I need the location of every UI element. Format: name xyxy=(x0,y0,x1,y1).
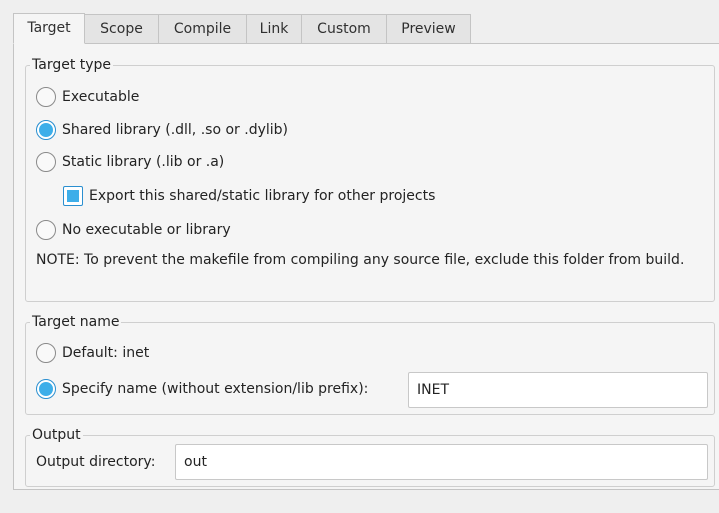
target-tab-panel: Target type Executable Shared library (.… xyxy=(13,43,719,490)
tab-target[interactable]: Target xyxy=(13,13,85,44)
checkbox-label: Export this shared/static library for ot… xyxy=(89,188,436,204)
radio-shared-library[interactable]: Shared library (.dll, .so or .dylib) xyxy=(36,118,288,142)
radio-button-checked-icon[interactable] xyxy=(36,120,56,140)
radio-label: Default: inet xyxy=(62,345,150,361)
radio-button-checked-icon[interactable] xyxy=(36,379,56,399)
makefile-note: NOTE: To prevent the makefile from compi… xyxy=(36,252,685,268)
radio-executable[interactable]: Executable xyxy=(36,85,139,109)
checkbox-checked-icon[interactable] xyxy=(63,186,83,206)
tab-compile[interactable]: Compile xyxy=(158,14,247,44)
tab-custom[interactable]: Custom xyxy=(301,14,387,44)
tab-link[interactable]: Link xyxy=(246,14,302,44)
radio-label: Specify name (without extension/lib pref… xyxy=(62,381,369,397)
radio-specify-name[interactable]: Specify name (without extension/lib pref… xyxy=(36,377,368,401)
radio-label: Static library (.lib or .a) xyxy=(62,154,225,170)
tab-preview[interactable]: Preview xyxy=(386,14,471,44)
output-directory-label: Output directory: xyxy=(36,454,156,470)
output-directory-input[interactable]: out xyxy=(175,444,708,480)
output-title: Output xyxy=(30,425,83,445)
target-name-title: Target name xyxy=(30,312,122,332)
target-type-title: Target type xyxy=(30,55,114,75)
radio-label: Executable xyxy=(62,89,140,105)
target-name-group: Target name Default: inet Specify name (… xyxy=(25,312,715,415)
radio-label: Shared library (.dll, .so or .dylib) xyxy=(62,122,288,138)
target-name-input[interactable]: INET xyxy=(408,372,708,408)
radio-label: No executable or library xyxy=(62,222,231,238)
radio-button-icon[interactable] xyxy=(36,220,56,240)
radio-no-executable[interactable]: No executable or library xyxy=(36,218,231,242)
radio-button-icon[interactable] xyxy=(36,87,56,107)
radio-default-name[interactable]: Default: inet xyxy=(36,341,149,365)
radio-static-library[interactable]: Static library (.lib or .a) xyxy=(36,150,224,174)
radio-button-icon[interactable] xyxy=(36,343,56,363)
tab-scope[interactable]: Scope xyxy=(84,14,159,44)
radio-button-icon[interactable] xyxy=(36,152,56,172)
export-library-checkbox[interactable]: Export this shared/static library for ot… xyxy=(63,184,435,208)
target-type-group: Target type Executable Shared library (.… xyxy=(25,55,715,302)
output-group: Output Output directory: out xyxy=(25,425,715,487)
